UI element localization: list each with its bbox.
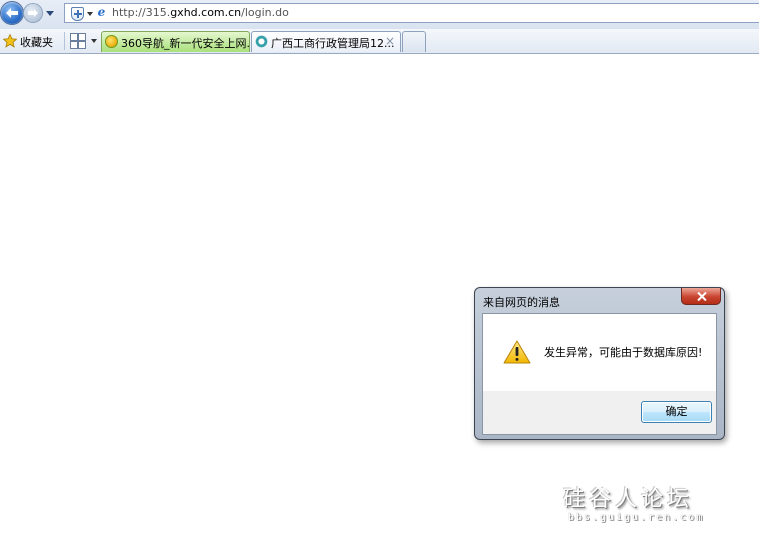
watermark-url: bbs.guigu.ren.com xyxy=(568,512,705,523)
quick-tabs-button[interactable] xyxy=(70,33,86,49)
arrow-left-icon xyxy=(6,8,18,18)
back-button[interactable] xyxy=(1,2,23,24)
site-favicon-icon xyxy=(255,35,268,48)
forward-button[interactable] xyxy=(24,4,42,22)
grid-cell-icon xyxy=(78,33,86,41)
ok-button[interactable]: 确定 xyxy=(641,401,712,423)
arrow-right-icon xyxy=(28,9,38,17)
tab-title: 360导航_新一代安全上网... xyxy=(121,37,250,50)
ie-page-icon: e xyxy=(97,5,106,19)
address-bar[interactable]: e http://315.gxhd.com.cn/login.do xyxy=(64,3,759,23)
watermark-logo: 硅谷人论坛 xyxy=(563,487,694,512)
favorites-label[interactable]: 收藏夹 xyxy=(20,34,53,50)
360-browser-icon xyxy=(105,35,118,48)
favorites-star-icon[interactable] xyxy=(3,34,17,48)
tab-bar: 收藏夹 360导航_新一代安全上网... 广西工商行政管理局12... × xyxy=(0,29,759,54)
tab-360-navigation[interactable]: 360导航_新一代安全上网... xyxy=(101,31,250,52)
tab-title: 广西工商行政管理局12... xyxy=(271,37,395,50)
warning-icon xyxy=(503,340,531,364)
grid-cell-icon xyxy=(70,33,78,41)
toolbar-divider xyxy=(64,32,65,50)
page-security-menu[interactable] xyxy=(68,6,93,21)
tab-gxhd-login[interactable]: 广西工商行政管理局12... × xyxy=(251,31,401,52)
dialog-title: 来自网页的消息 xyxy=(483,296,560,309)
shield-icon xyxy=(71,7,84,21)
close-icon xyxy=(697,292,707,301)
alert-dialog: 来自网页的消息 发生异常，可能由于数据库原因! 确定 xyxy=(474,287,725,440)
navigation-bar: e http://315.gxhd.com.cn/login.do xyxy=(0,0,759,29)
chevron-down-icon xyxy=(87,12,93,16)
new-tab-button[interactable] xyxy=(402,31,426,52)
grid-cell-icon xyxy=(78,41,86,49)
dialog-close-button[interactable] xyxy=(681,288,721,305)
close-tab-icon[interactable]: × xyxy=(385,34,395,48)
dialog-body: 发生异常，可能由于数据库原因! 确定 xyxy=(482,313,717,435)
url-text[interactable]: http://315.gxhd.com.cn/login.do xyxy=(112,6,289,19)
tab-list-dropdown[interactable] xyxy=(91,39,97,43)
grid-cell-icon xyxy=(70,41,78,49)
history-dropdown-icon[interactable] xyxy=(45,8,55,18)
dialog-message: 发生异常，可能由于数据库原因! xyxy=(544,346,703,359)
